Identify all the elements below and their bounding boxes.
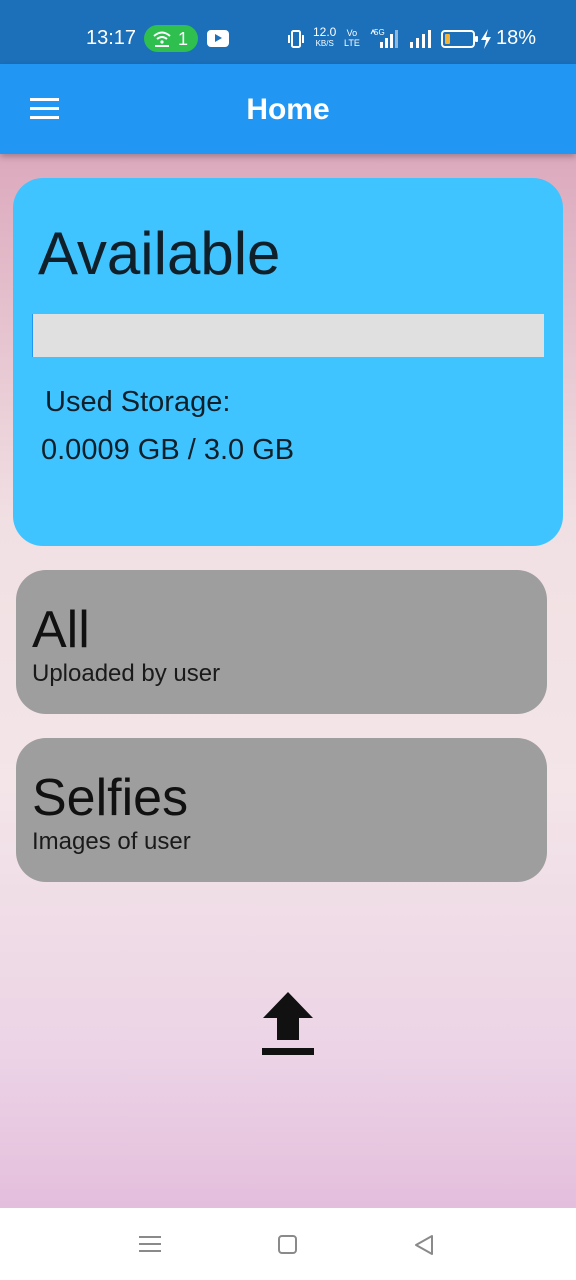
album-subtitle: Images of user (32, 828, 191, 855)
battery-icon (441, 30, 478, 48)
youtube-icon (207, 30, 229, 47)
volte-bottom: LTE (344, 38, 360, 48)
hotspot-count: 1 (178, 29, 189, 49)
hotspot-icon (153, 31, 171, 47)
network-speed: 12.0 KB/S (313, 25, 337, 49)
status-bar: 13:17 1 12.0 KB/S Vo LTE 5G 18% (0, 0, 576, 64)
album-card-all[interactable]: All Uploaded by user (16, 570, 547, 714)
volte-top: Vo (346, 28, 358, 38)
storage-title: Available (38, 220, 281, 287)
hotspot-indicator: 1 (144, 25, 198, 52)
storage-card: Available Used Storage: 0.0009 GB / 3.0 … (13, 178, 563, 546)
back-icon[interactable] (413, 1234, 435, 1256)
album-title: All (32, 601, 90, 659)
page-title: Home (246, 93, 330, 126)
recent-apps-icon[interactable] (139, 1234, 161, 1254)
storage-progress-bar (32, 314, 544, 357)
network-speed-unit: KB/S (315, 39, 334, 48)
vibrate-icon (288, 30, 304, 48)
volte-indicator: Vo LTE (344, 28, 360, 48)
home-icon[interactable] (278, 1235, 297, 1254)
album-title: Selfies (32, 769, 189, 827)
charging-icon (481, 29, 491, 49)
album-card-selfies[interactable]: Selfies Images of user (16, 738, 547, 882)
status-time: 13:17 (86, 27, 137, 49)
battery-percent: 18% (496, 27, 537, 49)
signal-2-icon (410, 30, 431, 48)
network-type-label: 5G (374, 28, 385, 37)
system-nav-bar (0, 1208, 576, 1280)
used-storage-value: 0.0009 GB / 3.0 GB (41, 434, 295, 466)
battery-fill (445, 34, 451, 44)
used-storage-label: Used Storage: (45, 386, 231, 418)
upload-icon[interactable] (258, 988, 318, 1058)
signal-icon: 5G (370, 28, 398, 48)
network-speed-value: 12.0 (313, 25, 337, 39)
album-subtitle: Uploaded by user (32, 660, 221, 687)
app-bar: Home (0, 64, 576, 154)
home-content: Available Used Storage: 0.0009 GB / 3.0 … (0, 154, 576, 1208)
